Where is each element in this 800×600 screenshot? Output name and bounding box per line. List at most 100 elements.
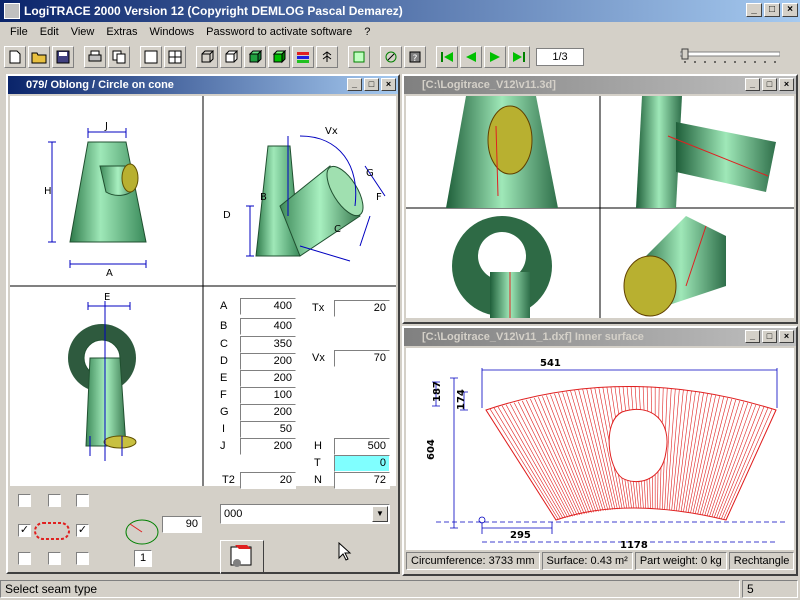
- prev-page-button[interactable]: [460, 46, 482, 68]
- wire-cube-icon: [201, 50, 214, 63]
- app-title: LogiTRACE 2000 Version 12 (Copyright DEM…: [24, 4, 403, 18]
- field-tx[interactable]: 20: [334, 300, 390, 317]
- field-f[interactable]: 100: [240, 387, 296, 404]
- tree-icon: [322, 51, 332, 62]
- seam-checkbox-2[interactable]: [48, 494, 61, 507]
- label-h: H: [314, 440, 322, 452]
- field-b[interactable]: 400: [240, 318, 296, 335]
- status-bar: Select seam type 5: [0, 578, 800, 600]
- quad-view-button[interactable]: [164, 46, 186, 68]
- label-c: C: [220, 338, 228, 350]
- tree-button[interactable]: [316, 46, 338, 68]
- field-e[interactable]: 200: [240, 370, 296, 387]
- field-d[interactable]: 200: [240, 353, 296, 370]
- develop-button[interactable]: [220, 540, 264, 574]
- view3d-close-button[interactable]: ×: [779, 78, 794, 91]
- curve-button[interactable]: [380, 46, 402, 68]
- seam-checkbox-5[interactable]: ✓: [76, 524, 89, 537]
- dim-front-a: A: [106, 268, 113, 279]
- view3d-window-title: [C:\Logitrace_V12\v11.3d]: [422, 79, 556, 91]
- hidden-line-button[interactable]: [220, 46, 242, 68]
- last-page-button[interactable]: [508, 46, 530, 68]
- field-j[interactable]: 200: [240, 438, 296, 455]
- open-file-button[interactable]: [28, 46, 50, 68]
- dxf-minimize-button[interactable]: _: [745, 330, 760, 343]
- info-button[interactable]: ?: [404, 46, 426, 68]
- params-maximize-button[interactable]: □: [364, 78, 379, 91]
- params-drawings: J H A Vx G F B D C E: [10, 96, 396, 486]
- first-page-button[interactable]: [436, 46, 458, 68]
- copy-button[interactable]: [108, 46, 130, 68]
- menu-extras[interactable]: Extras: [100, 26, 143, 38]
- maximize-button[interactable]: □: [764, 3, 780, 17]
- seam-type-select[interactable]: 000 ▼: [220, 504, 390, 524]
- field-t[interactable]: 0: [334, 455, 390, 472]
- field-h[interactable]: 500: [334, 438, 390, 455]
- frame-icon: [353, 51, 365, 63]
- menu-view[interactable]: View: [65, 26, 101, 38]
- floppy-icon: [56, 50, 70, 64]
- seam-checkbox-7[interactable]: [48, 552, 61, 565]
- view3d-window-titlebar: [C:\Logitrace_V12\v11.3d] _ □ ×: [404, 76, 796, 94]
- field-n[interactable]: 72: [334, 472, 390, 489]
- dxf-area: 541 187 174 604 295 1178: [406, 348, 794, 551]
- menu-file[interactable]: File: [4, 26, 34, 38]
- new-file-button[interactable]: [4, 46, 26, 68]
- zoom-slider[interactable]: [680, 48, 780, 64]
- seam-checkbox-1[interactable]: [18, 494, 31, 507]
- dxf-window: [C:\Logitrace_V12\v11_1.dxf] Inner surfa…: [402, 326, 798, 576]
- close-button[interactable]: ×: [782, 3, 798, 17]
- seam-checkbox-3[interactable]: [76, 494, 89, 507]
- single-view-button[interactable]: [140, 46, 162, 68]
- dxf-dim-604: 604: [426, 439, 437, 460]
- params-minimize-button[interactable]: _: [347, 78, 362, 91]
- field-vx[interactable]: 70: [334, 350, 390, 367]
- label-d: D: [220, 355, 228, 367]
- view3d-renders: [406, 96, 794, 318]
- dxf-dim-174: 174: [456, 389, 467, 410]
- dxf-close-button[interactable]: ×: [779, 330, 794, 343]
- label-a: A: [220, 300, 228, 312]
- field-c[interactable]: 350: [240, 336, 296, 353]
- shaded-button[interactable]: [244, 46, 266, 68]
- label-t: T: [314, 457, 321, 469]
- seam-oblong-icon[interactable]: [32, 518, 72, 544]
- field-g[interactable]: 200: [240, 404, 296, 421]
- seam-checkbox-4[interactable]: ✓: [18, 524, 31, 537]
- solid-button[interactable]: [268, 46, 290, 68]
- menu-help[interactable]: ?: [358, 26, 376, 38]
- minimize-button[interactable]: _: [746, 3, 762, 17]
- field-i[interactable]: 50: [240, 421, 296, 438]
- label-f: F: [220, 389, 227, 401]
- seam-count-field[interactable]: 1: [134, 550, 152, 567]
- next-page-button[interactable]: [484, 46, 506, 68]
- copy-icon: [112, 50, 126, 64]
- save-button[interactable]: [52, 46, 74, 68]
- print-button[interactable]: [84, 46, 106, 68]
- field-t2[interactable]: 20: [240, 472, 296, 489]
- menu-bar: File Edit View Extras Windows Password t…: [0, 22, 800, 42]
- label-vx: Vx: [312, 352, 325, 364]
- view3d-maximize-button[interactable]: □: [762, 78, 777, 91]
- field-a[interactable]: 400: [240, 298, 296, 315]
- dxf-maximize-button[interactable]: □: [762, 330, 777, 343]
- dim-side-b: B: [260, 192, 267, 203]
- menu-password[interactable]: Password to activate software: [200, 26, 358, 38]
- frame-button[interactable]: [348, 46, 370, 68]
- wireframe-button[interactable]: [196, 46, 218, 68]
- dim-side-d: D: [223, 210, 231, 221]
- params-close-button[interactable]: ×: [381, 78, 396, 91]
- layers-button[interactable]: [292, 46, 314, 68]
- chevron-down-icon[interactable]: ▼: [372, 506, 388, 522]
- dim-side-g: G: [366, 168, 374, 179]
- view3d-window: [C:\Logitrace_V12\v11.3d] _ □ ×: [402, 74, 798, 324]
- seam-checkbox-8[interactable]: [76, 552, 89, 565]
- seam-checkbox-6[interactable]: [18, 552, 31, 565]
- svg-text:?: ?: [413, 54, 418, 64]
- dxf-dim-295: 295: [510, 530, 531, 541]
- menu-edit[interactable]: Edit: [34, 26, 65, 38]
- menu-windows[interactable]: Windows: [144, 26, 201, 38]
- seam-angle-field[interactable]: 90: [162, 516, 202, 533]
- view3d-minimize-button[interactable]: _: [745, 78, 760, 91]
- dxf-window-title: [C:\Logitrace_V12\v11_1.dxf] Inner surfa…: [422, 331, 644, 343]
